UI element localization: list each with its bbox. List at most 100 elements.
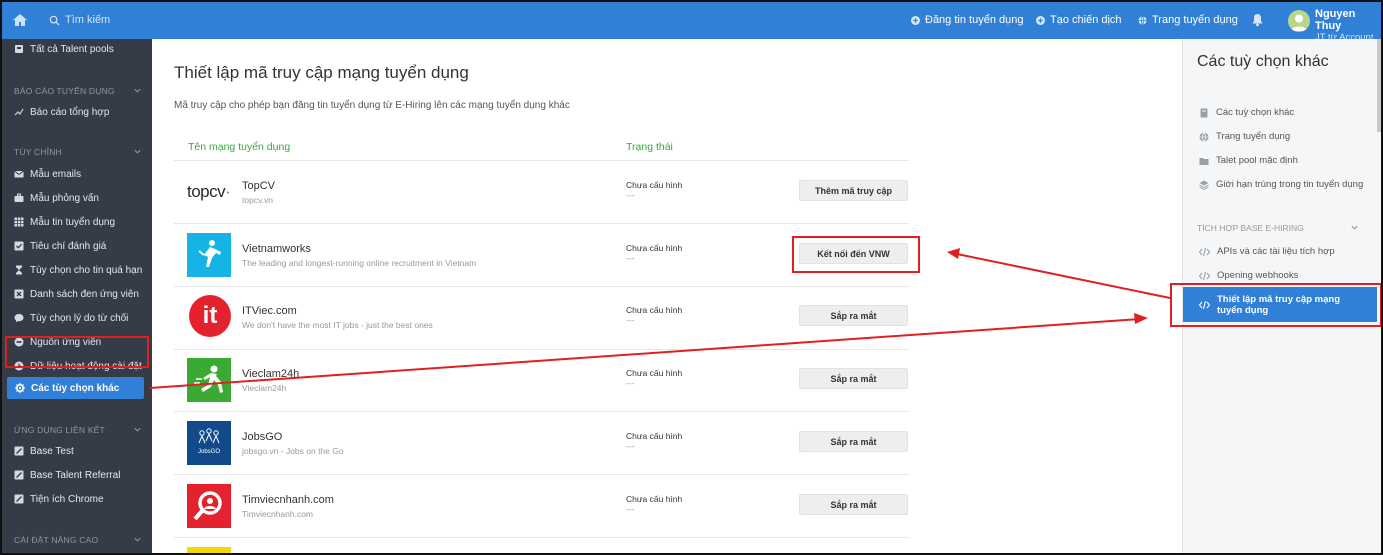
- sidebar-item-label: Mẫu emails: [30, 168, 82, 180]
- vietnamworks-logo: [187, 233, 231, 277]
- panel-section-integration[interactable]: TÍCH HỢP BASE E-HIRING: [1197, 223, 1359, 233]
- topcv-logo: topcv ·: [187, 182, 231, 201]
- search-placeholder: Tìm kiếm: [65, 14, 111, 26]
- bell-icon[interactable]: [1251, 13, 1264, 27]
- panel-item-career-page[interactable]: Trang tuyển dụng: [1199, 131, 1290, 142]
- panel-title: Các tuỳ chọn khác: [1197, 53, 1329, 70]
- panel-item-label: APIs và các tài liệu tích hợp: [1217, 246, 1335, 257]
- code-icon: [1199, 247, 1210, 257]
- network-name: Vietnamworks: [242, 243, 311, 255]
- network-name: ITViec.com: [242, 305, 297, 317]
- coming-soon-button[interactable]: Sắp ra mắt: [799, 431, 908, 452]
- sidebar-section-apps[interactable]: ỨNG DỤNG LIÊN KẾT: [14, 425, 142, 435]
- status-detail: ---: [626, 504, 635, 514]
- section-title: BÁO CÁO TUYỂN DỤNG: [14, 86, 115, 96]
- sidebar-item-label: Danh sách đen ứng viên: [30, 288, 139, 300]
- career-page-link[interactable]: Trang tuyển dụng: [1138, 14, 1238, 26]
- network-url: topcv.vn: [242, 195, 274, 205]
- sidebar-section-custom[interactable]: TÙY CHỈNH: [14, 147, 142, 157]
- status-text: Chưa cấu hình: [626, 243, 683, 253]
- chevron-down-icon: [133, 535, 142, 545]
- page-description: Mã truy cập cho phép bạn đăng tin tuyển …: [174, 100, 570, 111]
- status-text: Chưa cấu hình: [626, 494, 683, 504]
- sidebar-item-label: Tiện ích Chrome: [30, 493, 104, 505]
- network-url: The leading and longest-running online r…: [242, 258, 477, 268]
- sidebar-item-interview-templates[interactable]: Mẫu phỏng vấn: [14, 191, 99, 205]
- sidebar-item-talent-referral[interactable]: Base Talent Referral: [14, 468, 120, 482]
- globe-icon: [1199, 131, 1209, 142]
- create-campaign-link[interactable]: Tạo chiến dịch: [1036, 14, 1122, 26]
- network-url: Timviecnhanh.com: [242, 509, 314, 519]
- envelope-icon: [14, 169, 24, 179]
- layers-icon: [1199, 180, 1209, 190]
- checkbox-icon: [14, 241, 24, 251]
- panel-item-default-talent-pool[interactable]: Talet pool mặc định: [1199, 155, 1298, 166]
- avatar[interactable]: [1288, 10, 1310, 32]
- sidebar-item-expired-options[interactable]: Tùy chọn cho tin quá hạn: [14, 263, 142, 277]
- highlight-box: [792, 236, 920, 273]
- coming-soon-button[interactable]: Sắp ra mắt: [799, 368, 908, 389]
- create-campaign-label: Tạo chiến dịch: [1050, 14, 1122, 26]
- highlight-box: [5, 336, 149, 368]
- status-text: Chưa cấu hình: [626, 180, 683, 190]
- sidebar-item-criteria[interactable]: Tiêu chí đánh giá: [14, 239, 106, 253]
- search-icon: [49, 15, 60, 26]
- sidebar-section-report[interactable]: BÁO CÁO TUYỂN DỤNG: [14, 86, 142, 96]
- divider: [174, 160, 909, 161]
- network-name: Vieclam24h: [242, 368, 300, 380]
- grid-icon: [14, 217, 24, 227]
- sidebar-item-label: Base Talent Referral: [30, 469, 121, 481]
- sidebar: Tất cả Talent pools BÁO CÁO TUYỂN DỤNG B…: [2, 39, 152, 553]
- folder-icon: [14, 44, 24, 54]
- sidebar-item-base-test[interactable]: Base Test: [14, 444, 74, 458]
- chevron-down-icon: [1350, 223, 1359, 233]
- add-access-code-button[interactable]: Thêm mã truy cập: [799, 180, 908, 201]
- home-icon[interactable]: [12, 12, 28, 28]
- column-header-status: Trạng thái: [626, 141, 673, 153]
- panel-item-webhooks[interactable]: Opening webhooks: [1199, 270, 1298, 281]
- plus-circle-icon: [1036, 15, 1045, 25]
- network-name: Timviecnhanh.com: [242, 494, 334, 506]
- plus-circle-icon: [911, 15, 920, 25]
- sidebar-section-advanced[interactable]: CÀI ĐẶT NÂNG CAO: [14, 535, 142, 545]
- sidebar-item-blacklist[interactable]: Danh sách đen ứng viên: [14, 287, 139, 301]
- timviecnhanh-logo: [187, 484, 231, 528]
- panel-item-api-docs[interactable]: APIs và các tài liệu tích hợp: [1199, 246, 1335, 257]
- coming-soon-button[interactable]: Sắp ra mắt: [799, 494, 908, 515]
- panel-item-label: Talet pool mặc định: [1216, 155, 1298, 166]
- search-box[interactable]: Tìm kiếm: [49, 14, 110, 26]
- hourglass-icon: [14, 265, 24, 275]
- user-name: Nguyen Thuy: [1315, 8, 1356, 32]
- sidebar-item-label: Tùy chọn cho tin quá hạn: [30, 264, 143, 276]
- sidebar-item-other-options[interactable]: Các tùy chọn khác: [7, 377, 144, 399]
- app-window: Tìm kiếm Đăng tin tuyển dụng Tạo chiến d…: [0, 0, 1383, 555]
- next-network-logo: [187, 547, 231, 553]
- sidebar-item-job-templates[interactable]: Mẫu tin tuyển dụng: [14, 215, 115, 229]
- briefcase-icon: [14, 193, 24, 203]
- sidebar-item-talent-pools[interactable]: Tất cả Talent pools: [14, 42, 114, 56]
- sidebar-item-label: Mẫu phỏng vấn: [30, 192, 99, 204]
- coming-soon-button[interactable]: Sắp ra mắt: [799, 305, 908, 326]
- post-job-link[interactable]: Đăng tin tuyển dụng: [911, 14, 1023, 26]
- panel-item-label: Các tuỳ chọn khác: [1216, 107, 1295, 118]
- highlight-box: [1170, 283, 1381, 327]
- sidebar-item-reject-reasons[interactable]: Tùy chọn lý do từ chối: [14, 311, 128, 325]
- status-text: Chưa cấu hình: [626, 305, 683, 315]
- sidebar-item-chrome-extension[interactable]: Tiện ích Chrome: [14, 492, 104, 506]
- sidebar-item-label: Base Test: [30, 445, 74, 457]
- code-icon: [1199, 271, 1210, 281]
- status-detail: ---: [626, 441, 635, 451]
- section-title: TÍCH HỢP BASE E-HIRING: [1197, 223, 1304, 233]
- panel-item-other-options[interactable]: Các tuỳ chọn khác: [1199, 107, 1294, 118]
- chevron-down-icon: [133, 86, 142, 96]
- panel-item-label: Opening webhooks: [1217, 270, 1299, 281]
- sidebar-item-email-templates[interactable]: Mẫu emails: [14, 167, 81, 181]
- post-job-label: Đăng tin tuyển dụng: [925, 14, 1024, 26]
- scrollbar[interactable]: [1377, 39, 1381, 132]
- sidebar-item-summary-report[interactable]: Báo cáo tổng hợp: [14, 105, 109, 119]
- status-detail: ---: [626, 378, 635, 388]
- panel-item-duplicate-limit[interactable]: Giới hạn trùng trong tin tuyển dụng: [1199, 179, 1363, 190]
- app-icon: [14, 446, 24, 456]
- network-url: Vieclam24h: [242, 383, 287, 393]
- panel-item-label: Giới hạn trùng trong tin tuyển dụng: [1216, 179, 1364, 190]
